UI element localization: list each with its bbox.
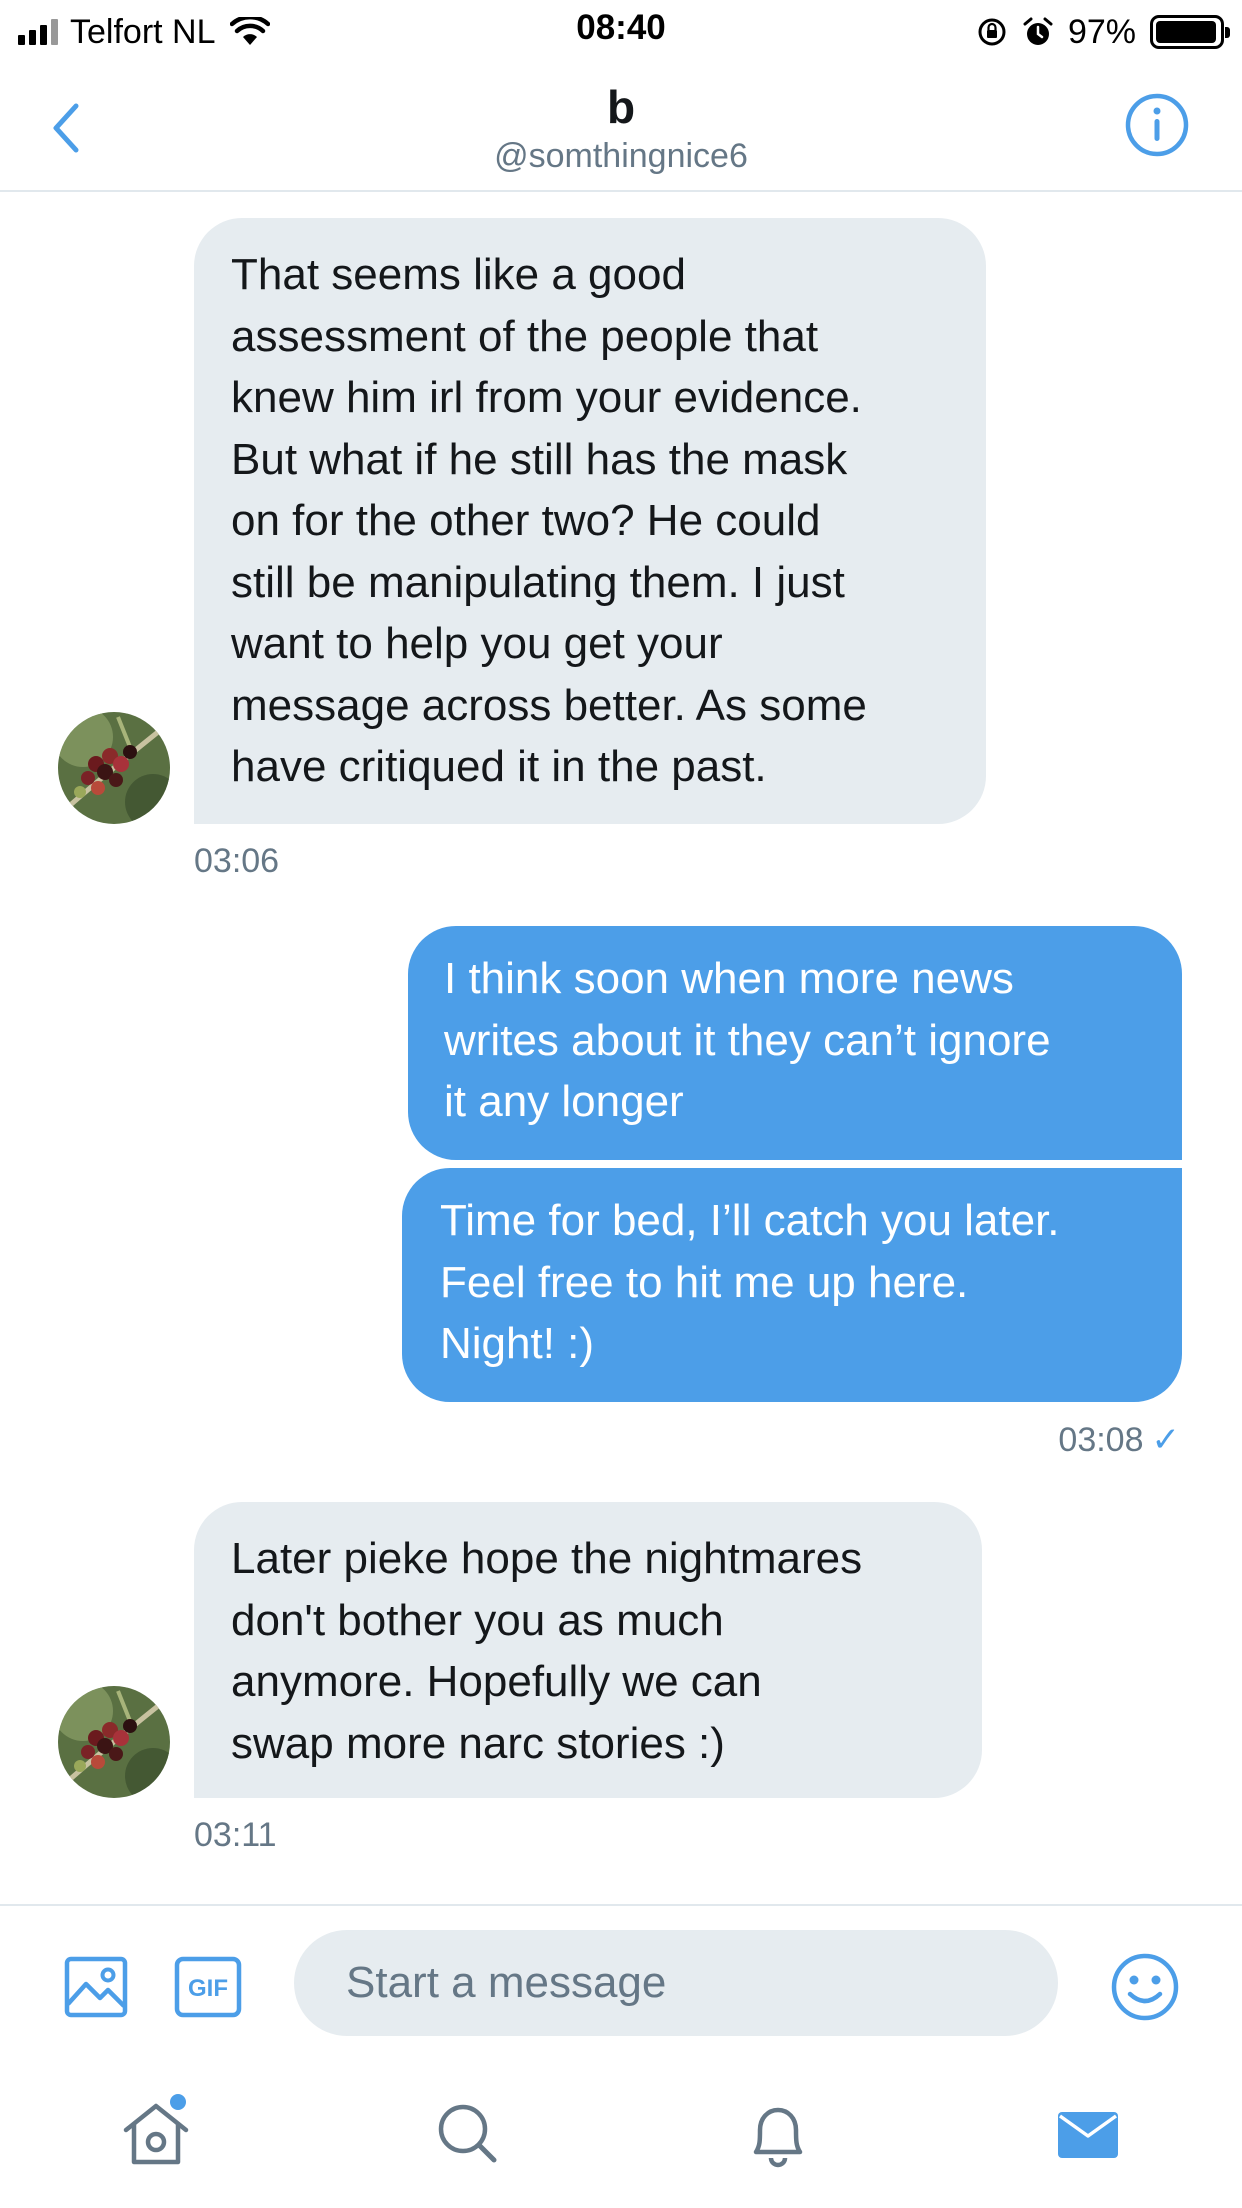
message-line: it any longer <box>444 1077 684 1126</box>
bell-icon <box>753 2107 803 2168</box>
add-photo-button[interactable] <box>64 1956 128 2023</box>
info-button[interactable] <box>1124 92 1190 158</box>
info-circle-icon <box>1125 93 1189 157</box>
message-line: want to help you get your <box>231 619 723 668</box>
message-line: Time for bed, I’ll catch you later. <box>440 1196 1060 1245</box>
message-input[interactable] <box>294 1930 1058 2036</box>
tab-messages[interactable] <box>1048 2094 1128 2174</box>
image-icon <box>64 1956 128 2018</box>
message-bubble-sent[interactable]: I think soon when more news writes about… <box>408 926 1182 1160</box>
mail-icon <box>1058 2112 1118 2158</box>
message-line: still be manipulating them. I just <box>231 557 845 607</box>
battery-percentage: 97% <box>1067 12 1136 51</box>
message-line: Feel free to hit me up here. <box>440 1257 969 1307</box>
message-line: have critiqued it in the past. <box>231 742 767 791</box>
coffee-berries-avatar-image <box>58 712 170 824</box>
message-timestamp: 03:11 <box>194 1816 277 1854</box>
message-line: message across better. As some <box>231 680 867 730</box>
status-bar: Telfort NL 08:40 97% <box>0 0 1242 62</box>
gif-icon: GIF <box>174 1956 242 2018</box>
message-timestamp: 03:08 ✓ <box>1058 1420 1180 1460</box>
message-bubble-sent[interactable]: Time for bed, I’ll catch you later. Feel… <box>402 1168 1182 1402</box>
message-line: don't bother you as much <box>231 1595 724 1645</box>
new-content-dot <box>170 2094 186 2110</box>
tab-home[interactable] <box>116 2094 196 2174</box>
conversation-handle[interactable]: @somthingnice6 <box>0 134 1242 178</box>
emoji-button[interactable] <box>1110 1952 1180 2027</box>
battery-icon <box>1150 15 1230 49</box>
tab-notifications[interactable] <box>738 2094 818 2174</box>
message-line: on for the other two? He could <box>231 496 821 545</box>
message-time: 03:08 <box>1058 1421 1144 1459</box>
gif-label: GIF <box>188 1975 228 2002</box>
tab-search[interactable] <box>428 2094 508 2174</box>
message-line: assessment of the people that <box>231 311 819 361</box>
message-line: knew him irl from your evidence. <box>231 373 862 422</box>
message-line: That seems like a good <box>231 250 686 299</box>
message-line: writes about it they can’t ignore <box>444 1015 1051 1065</box>
message-line: But what if he still has the mask <box>231 434 848 484</box>
tab-bar <box>0 2064 1242 2208</box>
avatar[interactable] <box>58 1686 170 1798</box>
message-bubble-received[interactable]: Later pieke hope the nightmares don't bo… <box>194 1502 982 1798</box>
message-line: Later pieke hope the nightmares <box>231 1534 863 1583</box>
message-timestamp: 03:06 <box>194 842 280 880</box>
avatar[interactable] <box>58 712 170 824</box>
smiley-icon <box>1111 1953 1179 2021</box>
message-bubble-received[interactable]: That seems like a good assessment of the… <box>194 218 986 824</box>
message-line: swap more narc stories :) <box>231 1718 725 1768</box>
coffee-berries-avatar-image <box>58 1686 170 1798</box>
alarm-icon <box>1023 17 1053 45</box>
rotation-lock-icon <box>978 18 1006 46</box>
conversation-title[interactable]: b <box>0 82 1242 132</box>
home-icon <box>123 2094 189 2165</box>
message-composer: GIF <box>0 1904 1242 2064</box>
gif-button[interactable]: GIF <box>174 1956 242 2023</box>
conversation-header: b @somthingnice6 <box>0 62 1242 192</box>
delivered-check-icon: ✓ <box>1151 1421 1181 1459</box>
message-line: Night! :) <box>440 1319 595 1368</box>
message-line: anymore. Hopefully we can <box>231 1657 762 1706</box>
search-icon <box>438 2104 497 2163</box>
message-line: I think soon when more news <box>444 954 1014 1003</box>
